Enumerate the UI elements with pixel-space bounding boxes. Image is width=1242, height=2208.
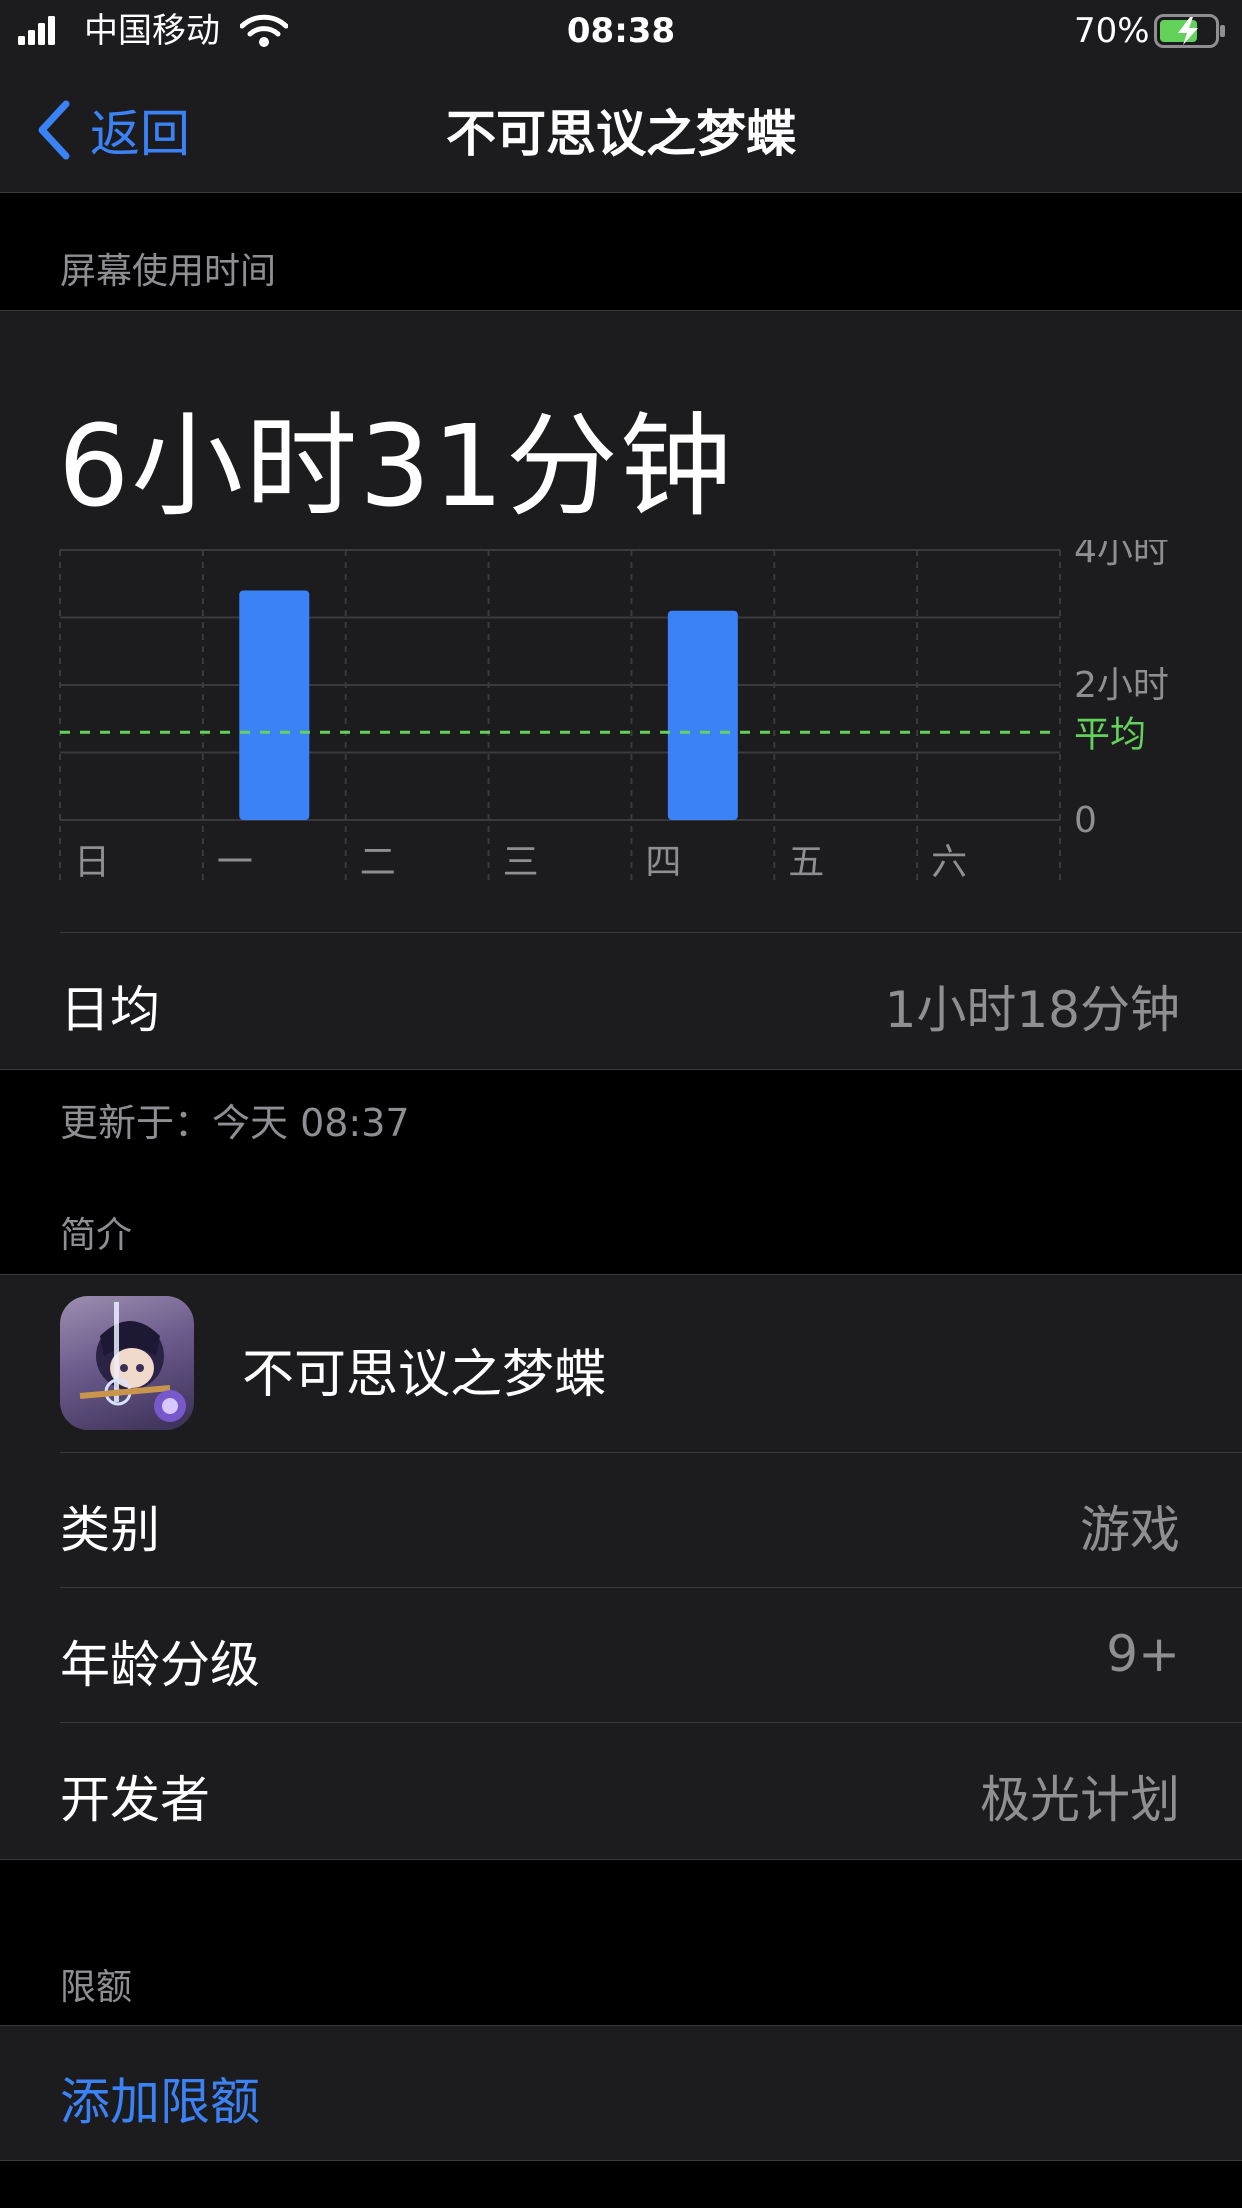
clock: 08:38 bbox=[566, 11, 676, 51]
updated-timestamp: 更新于：今天 08:37 bbox=[60, 1101, 410, 1145]
age-rating-label: 年龄分级 bbox=[60, 1636, 260, 1694]
developer-value: 极光计划 bbox=[980, 1771, 1180, 1829]
category-value: 游戏 bbox=[1080, 1501, 1180, 1559]
x-tick-label: 六 bbox=[931, 842, 967, 883]
bar-一 bbox=[239, 590, 310, 820]
separator bbox=[60, 932, 1242, 933]
limits-header: 限额 bbox=[60, 1967, 133, 2008]
age-rating-value: 9+ bbox=[1106, 1625, 1180, 1683]
navigation-bar: 返回 不可思议之梦蝶 bbox=[0, 62, 1242, 193]
intro-header: 简介 bbox=[60, 1215, 133, 1256]
page-title: 不可思议之梦蝶 bbox=[446, 105, 796, 163]
x-tick-label: 一 bbox=[217, 842, 253, 883]
app-icon bbox=[60, 1296, 194, 1430]
app-name: 不可思议之梦蝶 bbox=[242, 1345, 607, 1405]
category-label: 类别 bbox=[60, 1501, 160, 1559]
usage-chart: 日 一 二 三 四 五 六 4小时 2小时 0 平均 bbox=[59, 540, 1169, 883]
x-tick-label: 二 bbox=[360, 842, 396, 883]
battery-percent: 70% bbox=[1074, 11, 1150, 51]
daily-average-label: 日均 bbox=[60, 981, 160, 1039]
daily-average-value: 1小时18分钟 bbox=[884, 981, 1180, 1039]
x-tick-label: 五 bbox=[788, 842, 824, 883]
screen-time-header: 屏幕使用时间 bbox=[60, 251, 277, 292]
y-tick-label: 2小时 bbox=[1074, 665, 1169, 706]
total-screen-time: 6小时31分钟 bbox=[58, 402, 734, 532]
add-limit-button[interactable]: 添加限额 bbox=[60, 2062, 260, 2134]
x-tick-label: 三 bbox=[503, 842, 539, 883]
x-tick-label: 日 bbox=[74, 842, 110, 883]
y-tick-label: 0 bbox=[1074, 800, 1097, 841]
separator bbox=[60, 1722, 1242, 1723]
separator bbox=[60, 1587, 1242, 1588]
y-tick-label: 4小时 bbox=[1074, 540, 1169, 571]
developer-label: 开发者 bbox=[60, 1771, 210, 1829]
separator bbox=[60, 1452, 1242, 1453]
battery-charging-icon bbox=[1154, 14, 1225, 48]
bar-四 bbox=[667, 610, 738, 820]
average-label: 平均 bbox=[1074, 714, 1146, 755]
x-tick-label: 四 bbox=[645, 842, 681, 883]
status-bar: 中国移动 08:38 70% bbox=[0, 0, 1242, 62]
